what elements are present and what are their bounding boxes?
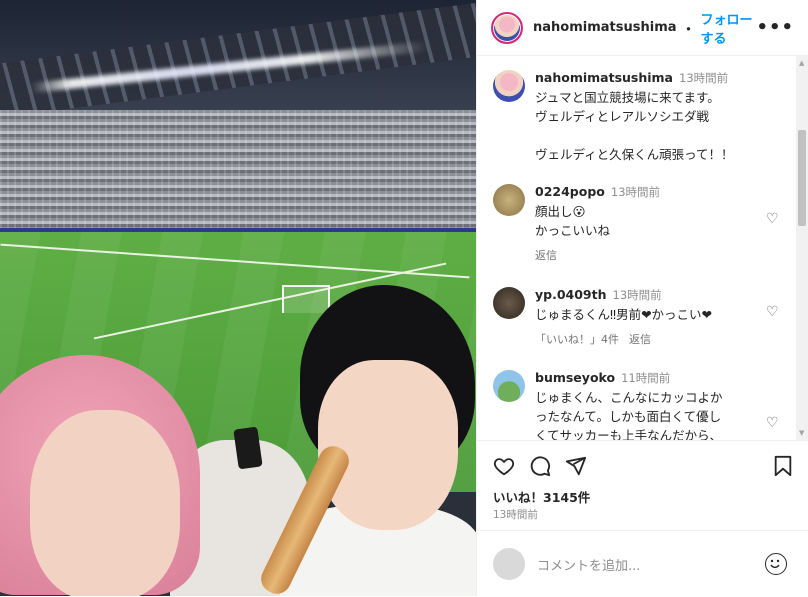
caption: nahomimatsushima 13時間前 ジュマと国立競技場に来てます。 ヴェ… [493, 68, 773, 164]
comment-text: じゅまくん、こんなにカッコよか [535, 390, 723, 405]
comment-item: 0224popo 13時間前 顔出し😮 かっこいいね 返信 [493, 182, 773, 265]
comment-time: 13時間前 [612, 288, 662, 302]
comment-time: 11時間前 [621, 371, 671, 385]
comment-likes[interactable]: 「いいね！」4件 [535, 333, 619, 346]
comment-item: yp.0409th 13時間前 じゅまるくん‼︎男前❤かっこい❤ 「いいね！」4件… [493, 285, 773, 349]
reply-button[interactable]: 返信 [629, 333, 651, 346]
comment-text: かっこいいね [535, 223, 611, 238]
post-header: nahomimatsushima ・ フォローする ••• [477, 0, 808, 56]
post-actions: いいね！3145件 13時間前 [477, 440, 808, 531]
post-photo[interactable] [0, 0, 476, 596]
comment-username[interactable]: yp.0409th [535, 287, 607, 302]
add-comment-bar: コメントを追加... [477, 530, 808, 597]
heart-icon[interactable]: ♡ [766, 305, 779, 319]
scrollbar[interactable]: ▲ ▼ [796, 56, 808, 440]
bookmark-icon[interactable] [773, 455, 793, 477]
share-icon[interactable] [565, 455, 587, 477]
post-time: 13時間前 [493, 509, 538, 521]
heart-icon[interactable] [493, 455, 515, 477]
stadium-crowd [0, 110, 476, 240]
avatar[interactable] [493, 184, 525, 216]
reply-button[interactable]: 返信 [535, 249, 557, 262]
avatar[interactable] [493, 370, 525, 402]
heart-icon[interactable]: ♡ [766, 416, 779, 430]
more-icon[interactable]: ••• [756, 17, 794, 38]
comment-text: じゅまるくん‼︎男前❤かっこい❤ [535, 307, 713, 322]
scrollbar-thumb[interactable] [798, 130, 806, 226]
comment-input[interactable]: コメントを追加... [537, 555, 640, 574]
comment-time: 13時間前 [610, 185, 661, 199]
comment-item: bumseyoko 11時間前 じゅまくん、こんなにカッコよか ったなんて。しかも… [493, 368, 773, 440]
comment-text: くてサッカーも上手なんだから、 [535, 428, 723, 440]
scroll-up-icon[interactable]: ▲ [799, 59, 804, 67]
comment-icon[interactable] [529, 455, 551, 477]
separator: ・ [680, 19, 697, 39]
emoji-icon[interactable] [765, 553, 787, 575]
post-side-panel: nahomimatsushima ・ フォローする ••• nahomimats… [476, 0, 808, 596]
avatar[interactable] [491, 11, 523, 44]
avatar [493, 548, 525, 580]
caption-line: ヴェルディと久保くん頑張って！！ [535, 147, 734, 162]
caption-username[interactable]: nahomimatsushima [535, 70, 673, 85]
avatar[interactable] [493, 70, 525, 102]
comment-username[interactable]: bumseyoko [535, 370, 615, 385]
caption-line: ヴェルディとレアルソシエダ戦 [535, 109, 710, 124]
goal [282, 285, 330, 313]
comment-text: 顔出し😮 [535, 204, 586, 219]
caption-line: ジュマと国立競技場に来てます。 [535, 90, 720, 105]
comment-text: ったなんて。しかも面白くて優し [535, 409, 722, 424]
like-count[interactable]: いいね！3145件 [493, 487, 590, 506]
follow-button[interactable]: フォローする [701, 9, 757, 47]
comments-list: nahomimatsushima 13時間前 ジュマと国立競技場に来てます。 ヴェ… [477, 56, 808, 440]
heart-icon[interactable]: ♡ [766, 212, 779, 226]
header-username[interactable]: nahomimatsushima [533, 20, 677, 35]
comment-username[interactable]: 0224popo [535, 184, 605, 199]
caption-time: 13時間前 [679, 71, 729, 85]
avatar[interactable] [493, 287, 525, 319]
boy-face [318, 360, 458, 530]
scroll-down-icon[interactable]: ▼ [799, 429, 804, 437]
woman-face [30, 410, 180, 596]
